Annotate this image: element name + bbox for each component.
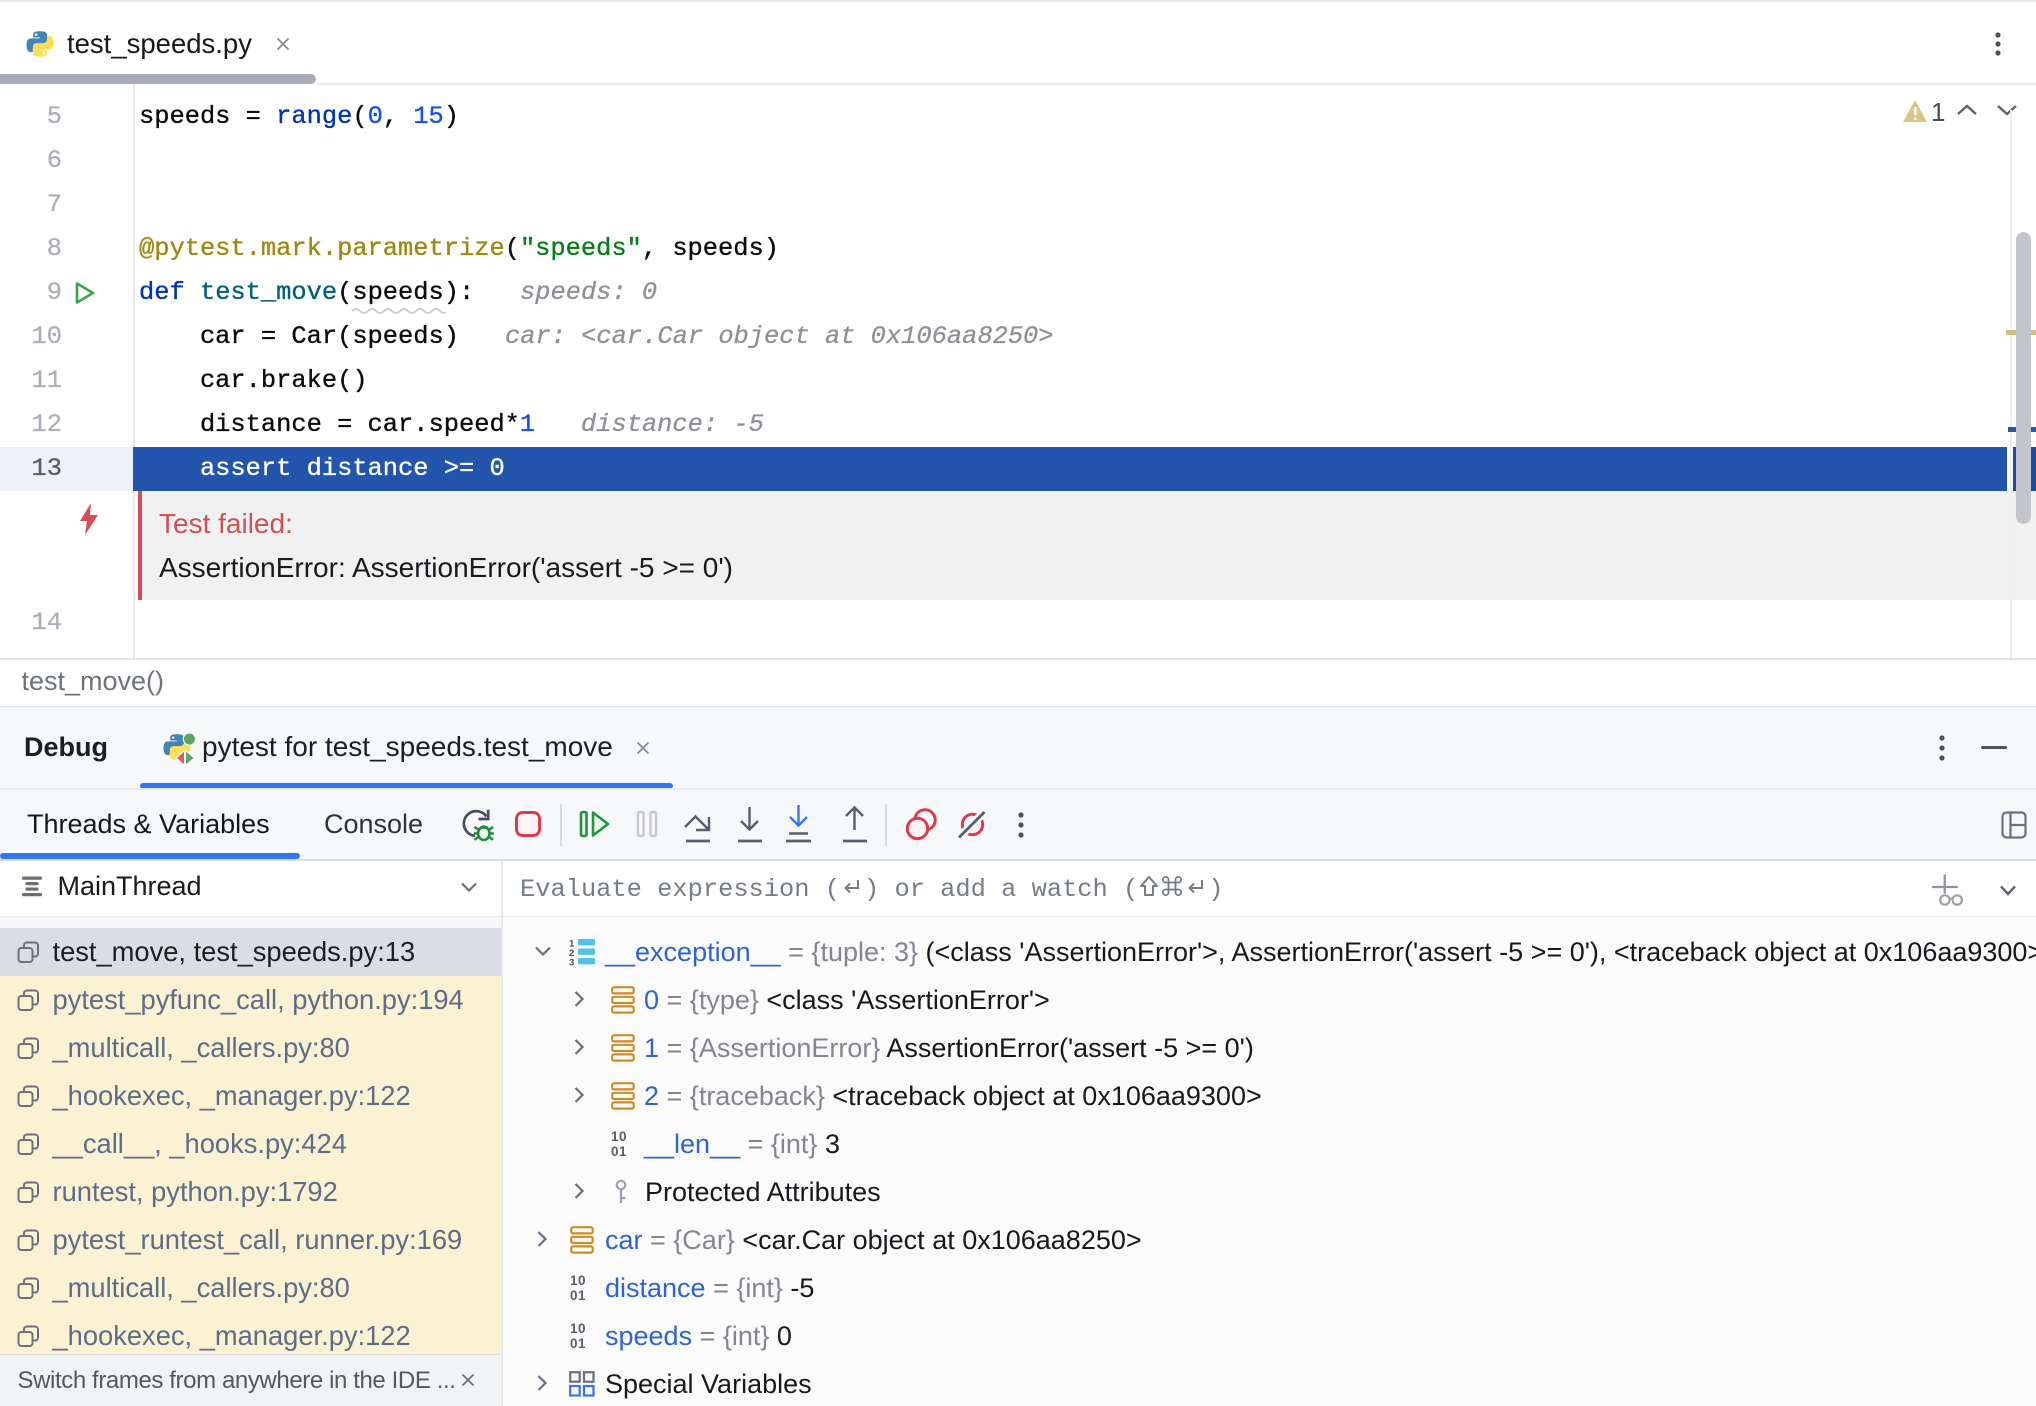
- svg-text:3: 3: [569, 958, 574, 967]
